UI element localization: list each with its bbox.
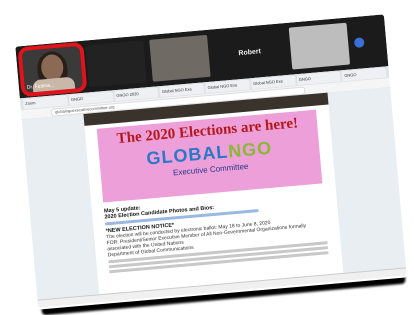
participant-name: Robert [238, 47, 262, 57]
user-badge-icon[interactable] [353, 37, 365, 49]
participant-tile-highlighted[interactable]: Dr. Fatima... [17, 41, 88, 98]
document-body: May 5 update: 2020 Election Candidate Ph… [104, 189, 329, 275]
logo-ngo: NGO [227, 137, 273, 162]
participant-tile-robert[interactable]: Robert [212, 28, 287, 77]
document-page: The 2020 Elections are here! GLOBALNGO E… [83, 92, 344, 303]
elections-banner: The 2020 Elections are here! GLOBALNGO E… [96, 109, 323, 203]
screenshot-photo: Dr. Fatima... Robert Zoom GNGO GNGO 2020… [15, 14, 407, 308]
participant-tile[interactable] [288, 22, 351, 70]
participant-tile[interactable] [85, 40, 147, 88]
participant-tile[interactable] [149, 34, 211, 82]
